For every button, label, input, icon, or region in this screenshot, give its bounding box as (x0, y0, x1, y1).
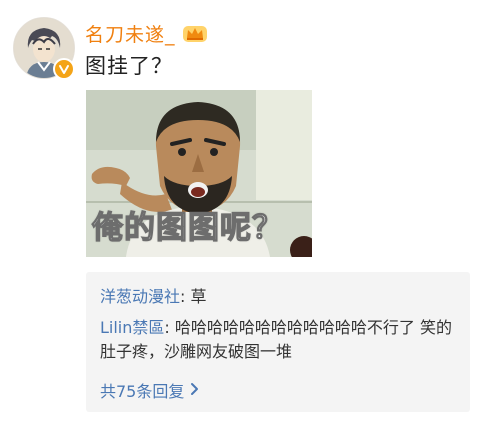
username[interactable]: 名刀未遂_ (85, 20, 176, 47)
vip-crown-icon[interactable] (182, 23, 208, 43)
weibo-post: 名刀未遂_ 图挂了？ 俺的图图呢？ 洋葱动漫社: 草 Lilin禁區: 哈哈哈哈… (0, 0, 499, 423)
meme-caption: 俺的图图呢？ (91, 209, 284, 246)
reply-separator: : (164, 318, 175, 337)
reply-author[interactable]: Lilin禁區 (100, 318, 164, 337)
chevron-right-icon (190, 381, 200, 400)
reply-item[interactable]: Lilin禁區: 哈哈哈哈哈哈哈哈哈哈哈哈不行了 笑的肚子疼，沙雕网友破图一堆 (100, 316, 460, 364)
verified-badge-icon (53, 58, 75, 80)
username-row: 名刀未遂_ (85, 20, 208, 46)
replies-panel: 洋葱动漫社: 草 Lilin禁區: 哈哈哈哈哈哈哈哈哈哈哈哈不行了 笑的肚子疼，… (86, 272, 470, 412)
post-text: 图挂了？ (85, 54, 173, 78)
more-replies-label: 共75条回复 (100, 382, 185, 401)
reply-author[interactable]: 洋葱动漫社 (100, 287, 180, 306)
post-image[interactable]: 俺的图图呢？ (86, 90, 312, 257)
reply-item[interactable]: 洋葱动漫社: 草 (100, 285, 460, 309)
more-replies-link[interactable]: 共75条回复 (100, 378, 200, 402)
reply-content: 草 (190, 287, 207, 306)
reply-separator: : (180, 287, 191, 306)
